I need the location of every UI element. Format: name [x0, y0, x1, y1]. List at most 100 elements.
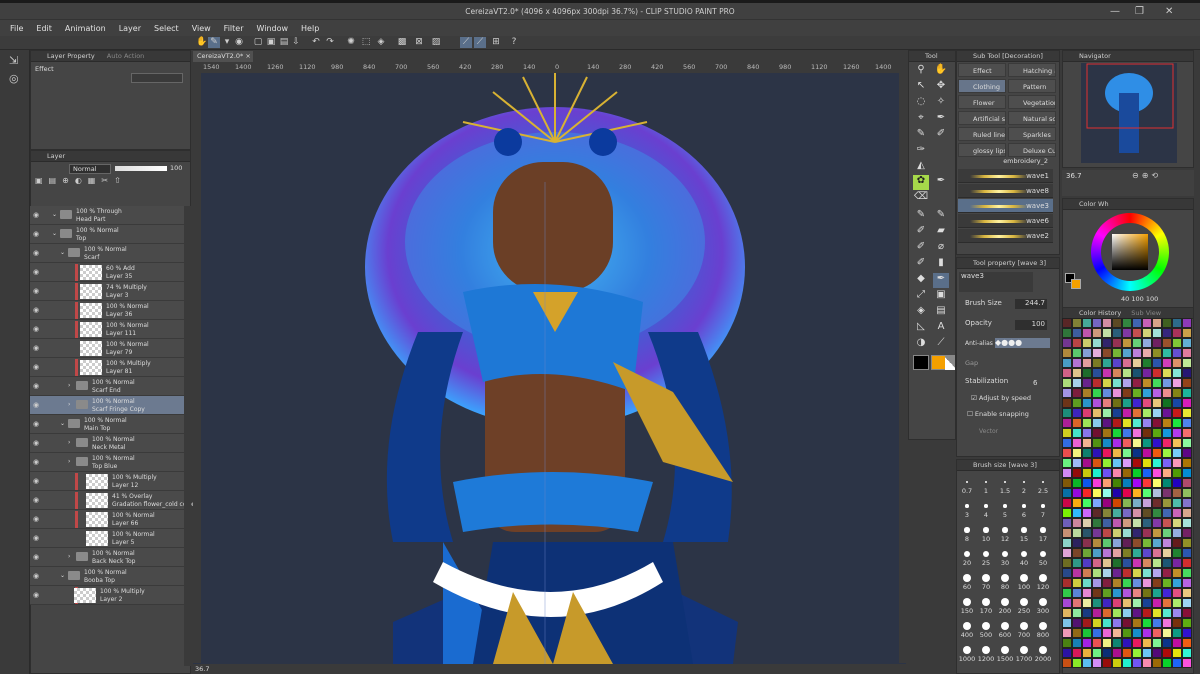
sub-tool-hatching-a[interactable]: Hatching a: [1008, 63, 1056, 77]
brush-size-dot[interactable]: [1023, 481, 1025, 483]
color-swatch[interactable]: [1102, 348, 1112, 358]
layer-row[interactable]: ◉ 100 % Normal Layer 111: [30, 320, 184, 339]
visibility-eye-icon[interactable]: ◉: [33, 363, 39, 371]
color-swatch[interactable]: [1142, 618, 1152, 628]
color-swatch[interactable]: [1162, 588, 1172, 598]
color-swatch[interactable]: [1182, 598, 1192, 608]
color-swatch[interactable]: [1142, 358, 1152, 368]
color-swatch[interactable]: [1142, 388, 1152, 398]
color-swatch[interactable]: [1152, 538, 1162, 548]
color-swatch[interactable]: [1142, 558, 1152, 568]
color-swatch[interactable]: [1112, 398, 1122, 408]
color-swatch[interactable]: [1082, 408, 1092, 418]
color-swatch[interactable]: [1142, 568, 1152, 578]
color-swatch[interactable]: [1172, 378, 1182, 388]
color-swatch[interactable]: [1142, 658, 1152, 668]
color-swatch[interactable]: [1092, 468, 1102, 478]
brush-size-value[interactable]: 0.7: [958, 487, 976, 495]
color-swatch[interactable]: [1062, 348, 1072, 358]
color-swatch[interactable]: [1112, 368, 1122, 378]
color-swatch[interactable]: [1112, 578, 1122, 588]
color-swatch[interactable]: [1132, 548, 1142, 558]
color-swatch[interactable]: [1082, 618, 1092, 628]
brush-size-value[interactable]: 40: [1015, 559, 1033, 567]
color-swatch[interactable]: [1142, 578, 1152, 588]
stabilization-value[interactable]: 6: [1033, 379, 1037, 387]
color-swatch[interactable]: [1062, 398, 1072, 408]
color-swatch[interactable]: [1152, 618, 1162, 628]
color-swatch[interactable]: [1122, 548, 1132, 558]
color-swatch[interactable]: [1142, 588, 1152, 598]
color-swatch[interactable]: [1172, 478, 1182, 488]
color-swatch[interactable]: [1172, 618, 1182, 628]
brush-size-dot[interactable]: [1021, 527, 1027, 533]
pen-3-icon[interactable]: ✒: [933, 273, 949, 288]
color-swatch[interactable]: [1162, 378, 1172, 388]
color-swatch[interactable]: [1182, 648, 1192, 658]
decoration-tool-icon[interactable]: ✿: [913, 175, 929, 190]
color-swatch[interactable]: [1062, 358, 1072, 368]
color-swatch[interactable]: [1182, 318, 1192, 328]
brush-size-dot[interactable]: [1020, 622, 1028, 630]
color-swatch[interactable]: [1172, 488, 1182, 498]
color-swatch[interactable]: [1082, 438, 1092, 448]
color-swatch[interactable]: [1122, 358, 1132, 368]
color-swatch[interactable]: [1142, 648, 1152, 658]
color-swatch[interactable]: [1142, 328, 1152, 338]
color-swatch[interactable]: [1102, 388, 1112, 398]
menu-item-animation[interactable]: Animation: [65, 24, 106, 33]
color-swatch[interactable]: [1142, 438, 1152, 448]
new-file-icon[interactable]: ▢: [252, 37, 264, 48]
color-swatch[interactable]: [1062, 488, 1072, 498]
color-swatch[interactable]: [1092, 528, 1102, 538]
color-swatch[interactable]: [1122, 608, 1132, 618]
color-swatch[interactable]: [1072, 548, 1082, 558]
color-swatch[interactable]: [1082, 538, 1092, 548]
brush-size-dot[interactable]: [1004, 481, 1006, 483]
color-swatch[interactable]: [1172, 368, 1182, 378]
color-swatch[interactable]: [1172, 358, 1182, 368]
color-swatch[interactable]: [1102, 328, 1112, 338]
menu-item-window[interactable]: Window: [256, 24, 288, 33]
eyedropper-icon[interactable]: ⌖: [913, 112, 929, 127]
sub-tool-clothing[interactable]: Clothing: [958, 79, 1006, 93]
layer-row[interactable]: ◉ 100 % Multiply Layer 81: [30, 358, 184, 377]
layer-action-icons[interactable]: ▣▤⊕◐▦✂⇧: [35, 176, 185, 188]
color-swatch[interactable]: [1162, 598, 1172, 608]
color-swatch[interactable]: [1142, 638, 1152, 648]
color-swatch[interactable]: [1182, 468, 1192, 478]
color-swatch[interactable]: [1102, 618, 1112, 628]
layer-row[interactable]: ◉ 100 % Normal Layer 66: [30, 510, 184, 529]
color-swatch[interactable]: [1072, 398, 1082, 408]
brush-size-value[interactable]: 6: [1015, 511, 1033, 519]
color-swatch[interactable]: [1132, 608, 1142, 618]
color-swatch[interactable]: [1062, 478, 1072, 488]
color-swatch[interactable]: [1142, 348, 1152, 358]
brush-size-value[interactable]: 12: [996, 535, 1014, 543]
color-swatch[interactable]: [1172, 528, 1182, 538]
brush-size-value[interactable]: 1000: [958, 655, 976, 663]
brush-size-dot[interactable]: [982, 646, 990, 654]
brush-size-value[interactable]: 244.7: [1015, 299, 1047, 309]
expand-arrow-icon[interactable]: ›: [68, 401, 70, 408]
color-swatch[interactable]: [1062, 608, 1072, 618]
color-swatch[interactable]: [1112, 658, 1122, 668]
adjust-by-speed-checkbox[interactable]: ☑ Adjust by speed: [971, 394, 1031, 402]
color-swatch[interactable]: [1082, 558, 1092, 568]
color-swatch[interactable]: [1072, 418, 1082, 428]
color-swatch[interactable]: [1122, 348, 1132, 358]
color-swatch[interactable]: [1172, 598, 1182, 608]
color-swatch[interactable]: [1162, 358, 1172, 368]
color-swatch[interactable]: [1092, 638, 1102, 648]
color-swatch[interactable]: [1072, 448, 1082, 458]
color-swatch[interactable]: [1162, 568, 1172, 578]
color-swatch[interactable]: [1092, 658, 1102, 668]
color-swatch[interactable]: [1132, 528, 1142, 538]
color-swatch[interactable]: [1152, 408, 1162, 418]
brush-size-dot[interactable]: [966, 481, 968, 483]
expand-arrow-icon[interactable]: ›: [68, 439, 70, 446]
brush-size-value[interactable]: 70: [977, 583, 995, 591]
brush-size-value[interactable]: 7: [1034, 511, 1052, 519]
color-swatch[interactable]: [1142, 538, 1152, 548]
brush-size-dot[interactable]: [963, 622, 971, 630]
